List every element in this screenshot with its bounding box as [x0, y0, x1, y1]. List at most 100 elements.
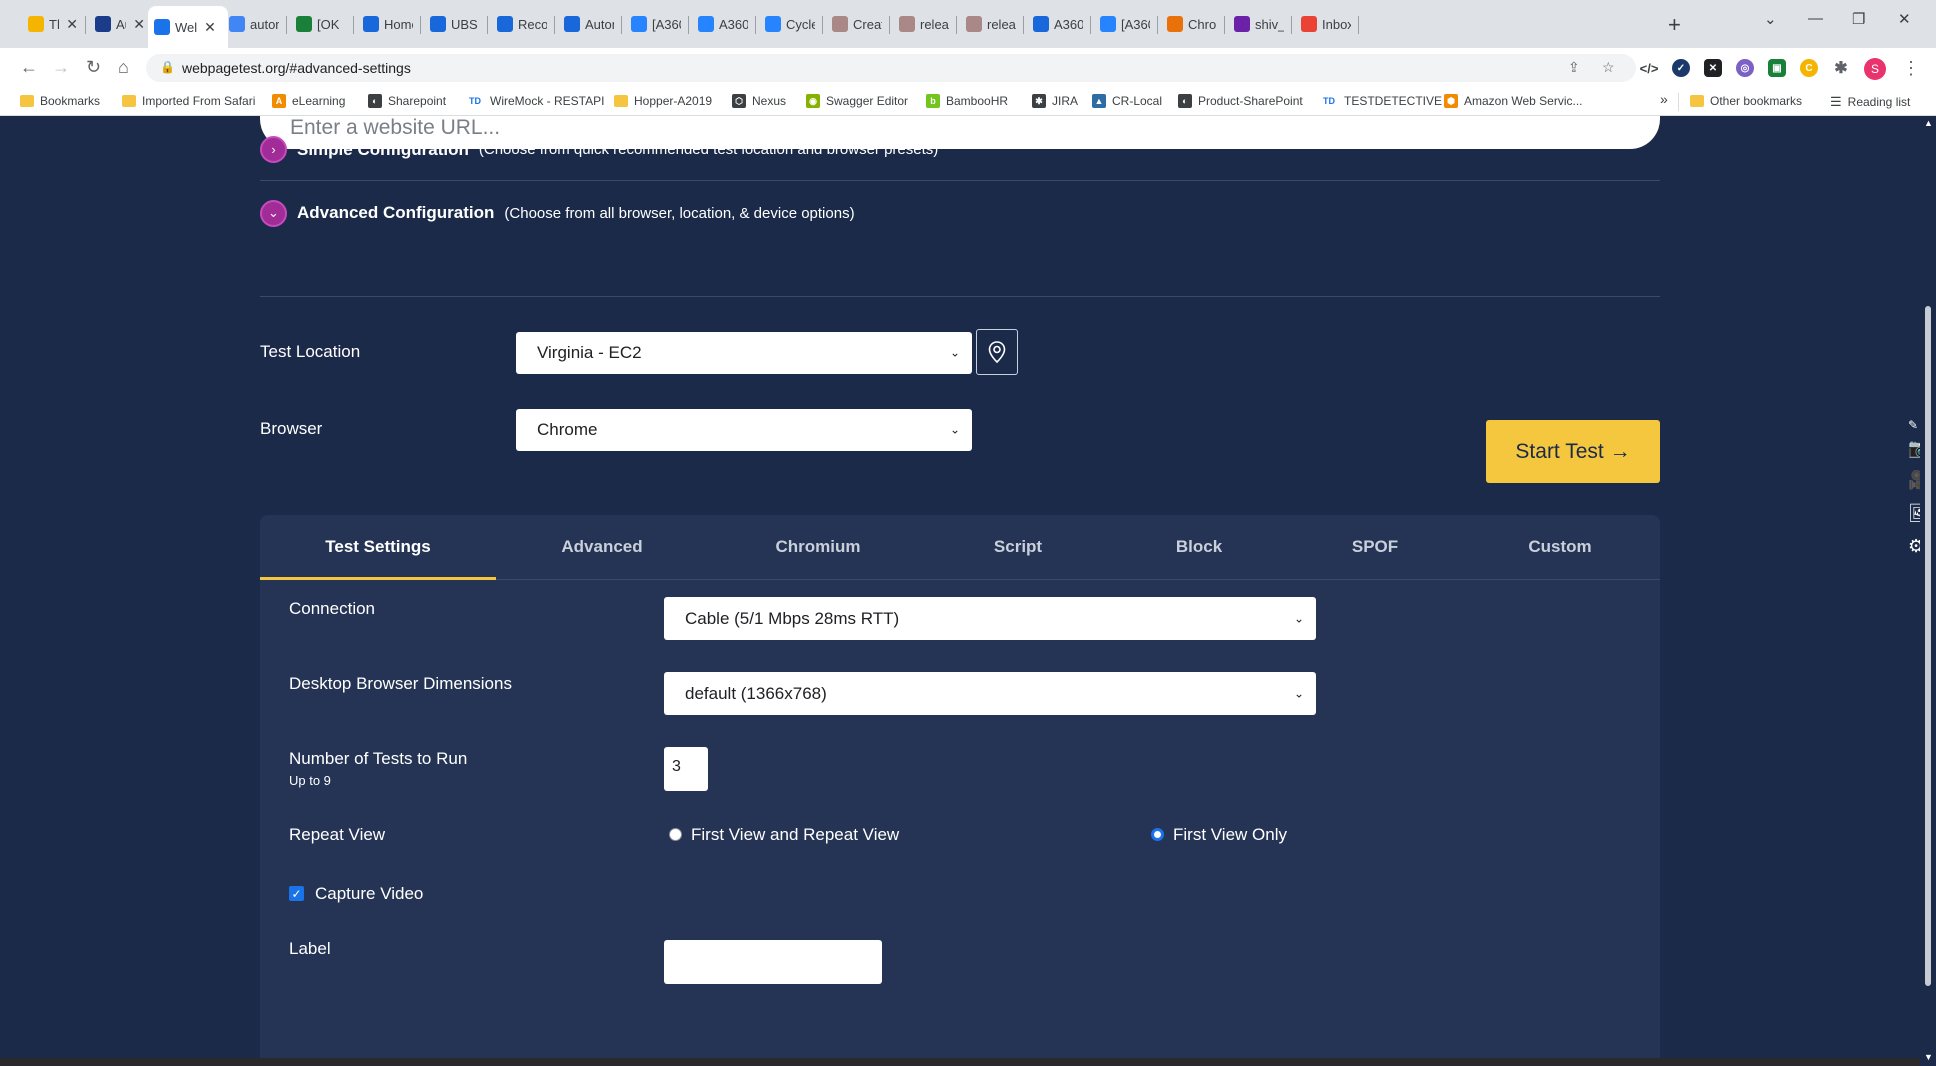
browser-select[interactable]: Chrome ⌄: [516, 409, 972, 451]
other-bookmarks[interactable]: Other bookmarks: [1690, 94, 1802, 108]
tab-custom[interactable]: Custom: [1528, 537, 1591, 557]
bookmark-item[interactable]: ✱ JIRA: [1032, 94, 1078, 108]
browser-tab[interactable]: UBS Ent: [424, 10, 486, 38]
bookmark-label: Sharepoint: [388, 94, 447, 108]
browser-tab[interactable]: Automa: [558, 10, 620, 38]
address-bar[interactable]: 🔒 webpagetest.org/#advanced-settings ⇪ ☆: [146, 54, 1636, 82]
browser-tab[interactable]: release: [893, 10, 955, 38]
browser-tab[interactable]: [A360_: [625, 10, 687, 38]
bookmark-item[interactable]: AeLearning: [272, 94, 345, 108]
browser-tab[interactable]: automa: [223, 10, 285, 38]
browser-tab[interactable]: Chrome: [1161, 10, 1223, 38]
bookmark-label: Bookmarks: [40, 94, 101, 108]
browser-tab[interactable]: Home -: [357, 10, 419, 38]
simple-configuration-toggle[interactable]: › Simple Configuration (Choose from quic…: [260, 119, 1660, 181]
advanced-configuration-toggle[interactable]: ⌄ Advanced Configuration (Choose from al…: [260, 182, 1660, 244]
dimensions-select[interactable]: default (1366x768) ⌄: [664, 672, 1316, 715]
dimensions-label: Desktop Browser Dimensions: [289, 674, 512, 693]
scroll-up-icon[interactable]: ▲: [1924, 118, 1933, 128]
back-icon[interactable]: ←: [20, 57, 38, 78]
bookmark-item[interactable]: ⬢ Amazon Web Servic...: [1444, 94, 1583, 108]
bookmark-item[interactable]: TD TESTDETECTIVE: [1320, 94, 1442, 108]
browser-tab[interactable]: A360 Au: [1027, 10, 1089, 38]
repeat-view-option-both[interactable]: First View and Repeat View: [691, 825, 899, 845]
profile-avatar[interactable]: S: [1864, 58, 1886, 80]
tab-separator: [621, 16, 622, 34]
capture-video-label[interactable]: Capture Video: [315, 884, 423, 904]
bookmark-item[interactable]: TD WireMock - RESTAPI: [466, 94, 604, 108]
browser-tab[interactable]: [OK: [290, 10, 352, 38]
close-window-icon[interactable]: ✕: [1898, 10, 1911, 28]
bookmark-item[interactable]: b BambooHR: [926, 94, 1008, 108]
minimize-icon[interactable]: —: [1808, 10, 1823, 27]
browser-tab[interactable]: Aut ✕: [89, 10, 151, 38]
tab-separator: [1090, 16, 1091, 34]
close-tab-icon[interactable]: ✕: [204, 19, 216, 36]
browser-tab[interactable]: release: [960, 10, 1022, 38]
address-url[interactable]: webpagetest.org/#advanced-settings: [182, 60, 411, 76]
bookmark-item[interactable]: ⬡ Nexus: [732, 94, 786, 108]
start-test-button[interactable]: Start Test →: [1486, 420, 1660, 483]
tab-test-settings[interactable]: Test Settings: [325, 537, 430, 557]
close-tab-icon[interactable]: ✕: [133, 16, 145, 33]
label-input[interactable]: [664, 940, 882, 984]
browser-tab[interactable]: Reconc: [491, 10, 553, 38]
forward-icon[interactable]: →: [52, 57, 70, 78]
browser-tab[interactable]: Cycle St: [759, 10, 821, 38]
browser-tab[interactable]: Create: [826, 10, 888, 38]
reload-icon[interactable]: ↻: [86, 57, 101, 78]
tab-spof[interactable]: SPOF: [1352, 537, 1398, 557]
bookmark-item[interactable]: ◐ Sharepoint: [368, 94, 446, 108]
browser-tab[interactable]: Wel ✕: [148, 6, 228, 48]
browser-tab-title: Reconc: [518, 16, 547, 32]
extension-x-icon[interactable]: ✕: [1704, 59, 1722, 77]
new-tab-icon[interactable]: +: [1668, 12, 1681, 38]
connection-select[interactable]: Cable (5/1 Mbps 28ms RTT) ⌄: [664, 597, 1316, 640]
tab-search-icon[interactable]: ⌄: [1764, 10, 1777, 28]
capture-video-checkbox[interactable]: ✓: [289, 886, 304, 901]
browser-tab[interactable]: Inbox -: [1295, 10, 1357, 38]
scroll-thumb[interactable]: [1925, 306, 1931, 986]
repeat-view-radio-both[interactable]: [669, 828, 682, 841]
reading-list[interactable]: ☰ Reading list: [1830, 94, 1910, 110]
tab-advanced[interactable]: Advanced: [561, 537, 642, 557]
bookmark-item[interactable]: ◉ Swagger Editor: [806, 94, 908, 108]
more-menu-icon[interactable]: ⋮: [1902, 58, 1920, 79]
tab-script[interactable]: Script: [994, 537, 1042, 557]
bookmark-item[interactable]: ▲ CR-Local: [1092, 94, 1162, 108]
browser-tab[interactable]: The ✕: [22, 10, 84, 38]
pin-icon[interactable]: ✎: [1908, 418, 1918, 432]
page-scrollbar[interactable]: ▲ ▼: [1920, 116, 1936, 1066]
tab-chromium[interactable]: Chromium: [776, 537, 861, 557]
browser-tab[interactable]: [A360_: [1094, 10, 1156, 38]
scroll-down-icon[interactable]: ▼: [1924, 1052, 1933, 1062]
home-icon[interactable]: ⌂: [118, 57, 129, 78]
share-icon[interactable]: ⇪: [1568, 59, 1580, 76]
repeat-view-radio-first-only[interactable]: [1151, 828, 1164, 841]
extension-globe-icon[interactable]: ◎: [1736, 59, 1754, 77]
bookmark-item[interactable]: Hopper-A2019: [614, 94, 712, 108]
advanced-config-subtitle: (Choose from all browser, location, & de…: [504, 204, 855, 222]
test-location-select[interactable]: Virginia - EC2 ⌄: [516, 332, 972, 374]
repeat-view-option-first-only[interactable]: First View Only: [1173, 825, 1287, 845]
tab-block[interactable]: Block: [1176, 537, 1222, 557]
extension-clipboard-icon[interactable]: ▣: [1768, 59, 1786, 77]
extension-check-icon[interactable]: ✓: [1672, 59, 1690, 77]
num-tests-input[interactable]: 3: [664, 747, 708, 791]
browser-tab[interactable]: shiv_ch: [1228, 10, 1290, 38]
browser-value: Chrome: [537, 420, 598, 439]
extensions-puzzle-icon[interactable]: ✱: [1832, 59, 1850, 77]
star-icon[interactable]: ☆: [1602, 59, 1615, 76]
bookmarks-overflow-icon[interactable]: »: [1660, 91, 1668, 107]
bookmark-item[interactable]: Bookmarks: [20, 94, 100, 108]
extension-c-icon[interactable]: C: [1800, 59, 1818, 77]
bookmark-item[interactable]: Imported From Safari: [122, 94, 255, 108]
devtools-icon[interactable]: </>: [1640, 59, 1659, 77]
browser-toolbar: ← → ↻ ⌂ 🔒 webpagetest.org/#advanced-sett…: [0, 48, 1936, 88]
bookmark-item[interactable]: ◐ Product-SharePoint: [1178, 94, 1303, 108]
location-map-button[interactable]: [976, 329, 1018, 375]
browser-tab[interactable]: A360.24: [692, 10, 754, 38]
restore-icon[interactable]: ❐: [1852, 10, 1865, 28]
lock-icon[interactable]: 🔒: [160, 60, 175, 74]
close-tab-icon[interactable]: ✕: [66, 16, 78, 33]
